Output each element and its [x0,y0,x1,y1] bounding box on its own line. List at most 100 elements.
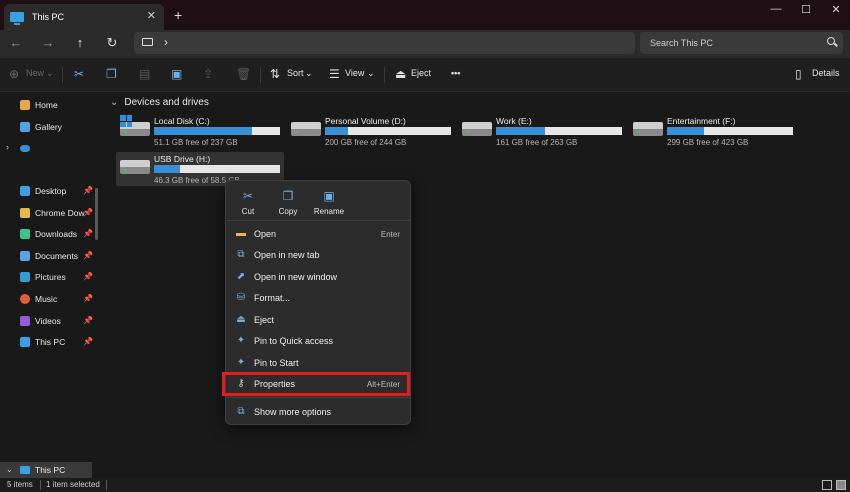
tab-this-pc[interactable]: This PC ✕ [4,4,164,30]
drive-usage-bar [667,127,793,135]
search-icon[interactable] [827,37,835,45]
drive-e[interactable]: Work (E:) 161 GB free of 263 GB [458,114,626,148]
drive-usage-bar [325,127,451,135]
eject-button[interactable]: Eject [411,68,431,78]
toolbar-divider [62,67,63,83]
sidebar-item-label: Home [35,100,58,110]
sidebar-item-onedrive[interactable] [20,141,98,155]
drive-usage-fill [325,127,348,135]
rename-icon: ▣ [323,189,335,203]
pin-icon: 📌 [83,229,93,238]
cut-icon: ✂ [242,189,254,203]
refresh-button[interactable]: ↻ [104,35,120,51]
more-options-button[interactable]: ••• [451,68,460,78]
status-divider [40,480,41,490]
menu-item-format[interactable]: ⛁ Format... [226,288,410,308]
maximize-button[interactable]: ☐ [796,3,816,16]
context-copy-button[interactable]: ❐ Copy [268,189,308,216]
sort-dropdown-icon[interactable]: ⌄ [305,68,313,79]
menu-item-open-new-tab[interactable]: ⧉ Open in new tab [226,245,410,265]
menu-item-show-more-options[interactable]: ⧉ Show more options [226,402,410,422]
address-row: ← → ↑ ↻ › Search This PC [0,30,850,58]
monitor-icon [142,38,153,46]
address-bar[interactable]: › [134,32,635,54]
collapse-chevron-icon[interactable]: ⌄ [110,97,118,108]
menu-item-label: Open [254,229,277,239]
tab-label: This PC [32,12,65,22]
sidebar-item-label: Chrome Dow [35,208,85,218]
sidebar-item-label: This PC [35,465,66,475]
minimize-button[interactable]: — [766,3,786,15]
status-bar: 5 items 1 item selected [0,478,850,492]
menu-item-pin-quick-access[interactable]: ✦ Pin to Quick access [226,331,410,351]
close-tab-icon[interactable]: ✕ [147,9,156,22]
breadcrumb-chevron-icon[interactable]: › [164,35,168,49]
drive-d[interactable]: Personal Volume (D:) 200 GB free of 244 … [287,114,455,148]
copy-icon[interactable]: ❐ [106,67,117,81]
devices-section-header[interactable]: ⌄ Devices and drives [110,97,209,108]
sidebar-item-label: Music [35,294,58,304]
rename-icon[interactable]: ▣ [171,67,182,81]
pin-start-icon: ✦ [236,357,246,368]
expand-chevron-icon[interactable]: ⌄ [6,465,13,474]
cut-icon[interactable]: ✂ [74,67,84,81]
sidebar-item-gallery[interactable]: Gallery [20,120,98,134]
onedrive-icon [20,144,30,152]
sidebar-item-label: This PC [35,337,66,347]
usb-drive-icon [120,160,150,174]
menu-item-open[interactable]: ▬ Open Enter [226,224,410,244]
sidebar-scrollbar[interactable] [95,188,98,240]
home-icon [20,100,30,110]
this-pc-icon [10,12,24,25]
pin-icon: 📌 [83,208,93,217]
view-dropdown-icon[interactable]: ⌄ [367,68,375,79]
forward-button[interactable]: → [40,35,56,50]
drive-c[interactable]: Local Disk (C:) 51.1 GB free of 237 GB [116,114,284,148]
drive-f[interactable]: Entertainment (F:) 299 GB free of 423 GB [629,114,797,148]
close-window-button[interactable]: ✕ [826,3,846,16]
hard-drive-icon [462,122,492,136]
sort-icon: ⇅ [270,67,281,81]
paste-icon[interactable]: ▤ [139,67,150,81]
drive-name: USB Drive (H:) [154,154,211,164]
section-title: Devices and drives [124,97,209,108]
menu-item-shortcut: Enter [380,230,400,239]
gallery-icon [20,122,30,132]
up-button[interactable]: ↑ [72,35,88,50]
new-button[interactable]: New [26,68,44,78]
quick-action-label: Cut [241,207,255,216]
tiles-view-icon[interactable] [836,480,846,490]
quick-action-label: Rename [313,207,345,216]
format-icon: ⛁ [236,292,246,303]
view-icon: ☰ [329,67,340,81]
details-button[interactable]: Details [812,68,840,78]
view-button[interactable]: View [345,68,364,78]
sort-button[interactable]: Sort [287,68,304,78]
menu-item-pin-to-start[interactable]: ✦ Pin to Start [226,353,410,373]
menu-item-eject[interactable]: ⏏ Eject [226,310,410,330]
sidebar-item-home[interactable]: Home [20,98,98,112]
share-icon[interactable]: ⇪ [203,67,213,81]
status-divider [106,480,107,490]
context-rename-button[interactable]: ▣ Rename [309,189,349,216]
menu-item-label: Show more options [254,407,332,417]
menu-item-open-new-window[interactable]: ⬈ Open in new window [226,267,410,287]
context-cut-button[interactable]: ✂ Cut [228,189,268,216]
item-count: 5 items [7,480,33,489]
delete-icon[interactable]: 🗑 [236,67,251,81]
folder-icon [20,208,30,218]
sidebar-item-this-pc-root[interactable]: ⌄ This PC [0,462,92,478]
desktop-icon [20,186,30,196]
back-button[interactable]: ← [8,35,24,50]
drive-usage-fill [667,127,704,135]
expand-chevron-icon[interactable]: › [6,142,9,152]
documents-icon [20,251,30,261]
new-dropdown-icon[interactable]: ⌄ [46,68,54,79]
drive-usage-fill [154,127,253,135]
search-input[interactable]: Search This PC [640,32,843,54]
new-tab-button[interactable]: + [174,7,182,23]
details-view-icon[interactable] [822,480,832,490]
this-pc-icon [20,466,30,474]
menu-item-label: Open in new window [254,272,338,282]
pin-icon: 📌 [83,294,93,303]
